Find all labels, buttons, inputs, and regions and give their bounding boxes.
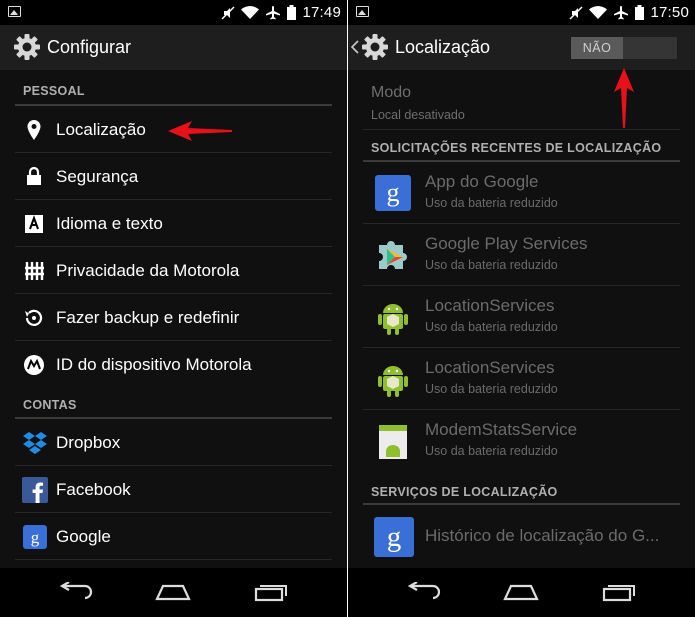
lock-icon: [27, 166, 41, 185]
app-subtitle: Uso da bateria reduzido: [425, 196, 558, 210]
settings-item-idioma[interactable]: Idioma e texto: [15, 200, 332, 247]
mode-subtitle: Local desativado: [371, 108, 465, 122]
status-time: 17:50: [650, 4, 689, 21]
svg-text:g: g: [387, 521, 402, 553]
settings-item-label: Google: [56, 527, 111, 546]
google-icon: g: [23, 525, 47, 549]
gear-icon: [14, 34, 40, 60]
airplane-icon: [266, 5, 281, 19]
gallery-notification-icon: [8, 6, 21, 17]
status-bar: 17:49: [0, 0, 347, 25]
privacy-icon: [25, 262, 44, 280]
app-name: Google Play Services: [425, 234, 588, 253]
recent-app-item[interactable]: LocationServices Uso da bateria reduzido: [363, 286, 680, 348]
svg-text:g: g: [31, 528, 40, 547]
recent-apps-icon[interactable]: [601, 582, 637, 602]
account-item-dropbox[interactable]: Dropbox: [15, 419, 332, 466]
settings-item-label: Fazer backup e redefinir: [56, 308, 240, 327]
battery-icon: [635, 5, 645, 20]
settings-item-label: Idioma e texto: [56, 214, 163, 233]
location-toggle[interactable]: NÃO: [571, 37, 677, 59]
wifi-icon: [241, 5, 260, 19]
up-chevron-icon[interactable]: [351, 40, 359, 54]
app-name: Histórico de localização do G...: [425, 526, 660, 545]
section-header-services: SERVIÇOS DE LOCALIZAÇÃO: [371, 485, 558, 499]
mode-title: Modo: [371, 84, 412, 101]
page-title: Localização: [395, 37, 491, 57]
annotation-arrow: [614, 68, 634, 128]
settings-item-label: Facebook: [56, 480, 131, 499]
home-icon[interactable]: [503, 582, 539, 602]
motorola-icon: [24, 355, 44, 375]
settings-item-backup[interactable]: Fazer backup e redefinir: [15, 294, 332, 341]
toggle-label: NÃO: [571, 37, 623, 59]
section-header-contas: CONTAS: [23, 398, 77, 412]
recent-app-item[interactable]: Google Play Services Uso da bateria redu…: [363, 224, 680, 286]
settings-item-label: Localização: [56, 120, 146, 139]
location-settings: Modo Local desativado SOLICITAÇÕES RECEN…: [348, 70, 695, 568]
annotation-arrow: [168, 121, 232, 141]
status-bar: 17:50: [348, 0, 695, 25]
gear-icon[interactable]: [360, 32, 390, 62]
location-pin-icon: [27, 120, 41, 140]
gallery-notification-icon: [356, 6, 369, 17]
language-icon: [25, 215, 43, 233]
airplane-icon: [614, 5, 629, 19]
google-app-icon: g: [374, 517, 414, 557]
navigation-bar: [348, 568, 695, 617]
account-item-facebook[interactable]: Facebook: [15, 466, 332, 513]
dropbox-icon: [23, 432, 47, 454]
app-subtitle: Uso da bateria reduzido: [425, 382, 558, 396]
section-header-pessoal: PESSOAL: [23, 84, 85, 98]
app-name: ModemStatsService: [425, 420, 578, 439]
battery-icon: [287, 5, 297, 20]
back-icon[interactable]: [408, 582, 442, 602]
settings-item-seguranca[interactable]: Segurança: [15, 153, 332, 200]
android-icon: [378, 366, 408, 397]
settings-item-label: Privacidade da Motorola: [56, 261, 240, 280]
recent-apps-icon[interactable]: [253, 582, 289, 602]
app-name: LocationServices: [425, 296, 555, 315]
play-services-icon: [379, 241, 407, 269]
svg-text:g: g: [387, 178, 400, 207]
google-app-icon: g: [375, 175, 411, 211]
settings-screen: 17:49 Configurar PESSOAL Localização Seg…: [0, 0, 347, 617]
android-icon: [378, 304, 408, 335]
wifi-icon: [589, 5, 608, 19]
settings-item-label: Segurança: [56, 167, 139, 186]
back-icon[interactable]: [60, 582, 94, 602]
action-bar: Configurar: [0, 25, 347, 70]
android-app-icon: [379, 425, 407, 459]
recent-app-item[interactable]: ModemStatsService Uso da bateria reduzid…: [363, 410, 680, 472]
settings-item-privacidade[interactable]: Privacidade da Motorola: [15, 247, 332, 294]
section-header-recent: SOLICITAÇÕES RECENTES DE LOCALIZAÇÃO: [371, 141, 662, 155]
settings-list: PESSOAL Localização Segurança Idioma e t…: [0, 70, 347, 568]
backup-icon: [25, 309, 43, 326]
mute-icon: [569, 5, 583, 20]
app-name: LocationServices: [425, 358, 555, 377]
account-item-google[interactable]: g Google: [15, 513, 332, 560]
recent-app-item[interactable]: g App do Google Uso da bateria reduzido: [363, 162, 680, 224]
app-subtitle: Uso da bateria reduzido: [425, 320, 558, 334]
location-service-item[interactable]: g Histórico de localização do G...: [363, 506, 680, 568]
home-icon[interactable]: [155, 582, 191, 602]
app-subtitle: Uso da bateria reduzido: [425, 258, 558, 272]
location-screen: 17:50 Localização NÃO Modo Local desativ…: [348, 0, 695, 617]
action-bar: Localização NÃO: [348, 25, 695, 70]
page-title: Configurar: [47, 37, 132, 57]
settings-item-motorola-id[interactable]: ID do dispositivo Motorola: [15, 341, 332, 388]
settings-item-label: Dropbox: [56, 433, 121, 452]
navigation-bar: [0, 568, 347, 617]
app-subtitle: Uso da bateria reduzido: [425, 444, 558, 458]
status-time: 17:49: [302, 4, 341, 21]
facebook-icon: [22, 477, 48, 503]
settings-item-label: ID do dispositivo Motorola: [56, 355, 252, 374]
recent-app-item[interactable]: LocationServices Uso da bateria reduzido: [363, 348, 680, 410]
app-name: App do Google: [425, 172, 539, 191]
section-divider: [363, 503, 680, 505]
mute-icon: [221, 5, 235, 20]
